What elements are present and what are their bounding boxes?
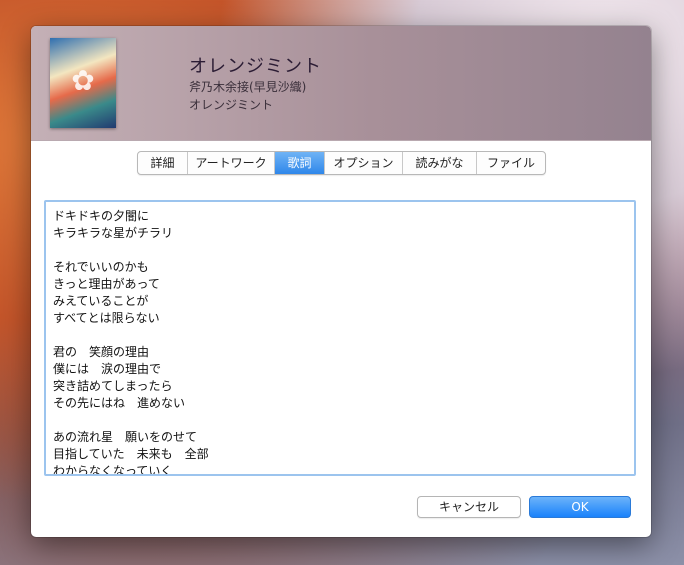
album-artwork: ✿ — [50, 38, 116, 128]
lyrics-textarea[interactable]: ドキドキの夕闇に キラキラな星がチラリ それでいいのかも きっと理由があって み… — [44, 200, 636, 476]
song-artist: 斧乃木余接(早見沙織) — [189, 80, 307, 94]
tab-lyrics[interactable]: 歌詞 — [275, 152, 325, 174]
dialog-header: ✿ オレンジミント 斧乃木余接(早見沙織) オレンジミント — [31, 26, 651, 141]
lyrics-text: ドキドキの夕闇に キラキラな星がチラリ それでいいのかも きっと理由があって み… — [53, 209, 209, 476]
ok-button[interactable]: OK — [529, 496, 631, 518]
song-title: オレンジミント — [189, 56, 322, 77]
tab-artwork[interactable]: アートワーク — [188, 152, 275, 174]
tab-file[interactable]: ファイル — [477, 152, 545, 174]
tab-options[interactable]: オプション — [325, 152, 403, 174]
cancel-button[interactable]: キャンセル — [417, 496, 521, 518]
tab-bar: 詳細 アートワーク 歌詞 オプション 読みがな ファイル — [137, 151, 546, 175]
tab-details[interactable]: 詳細 — [138, 152, 188, 174]
tab-reading[interactable]: 読みがな — [403, 152, 477, 174]
artwork-image-icon: ✿ — [71, 64, 95, 97]
get-info-dialog: ✿ オレンジミント 斧乃木余接(早見沙織) オレンジミント 詳細 アートワーク … — [31, 26, 651, 537]
song-album: オレンジミント — [189, 98, 274, 112]
